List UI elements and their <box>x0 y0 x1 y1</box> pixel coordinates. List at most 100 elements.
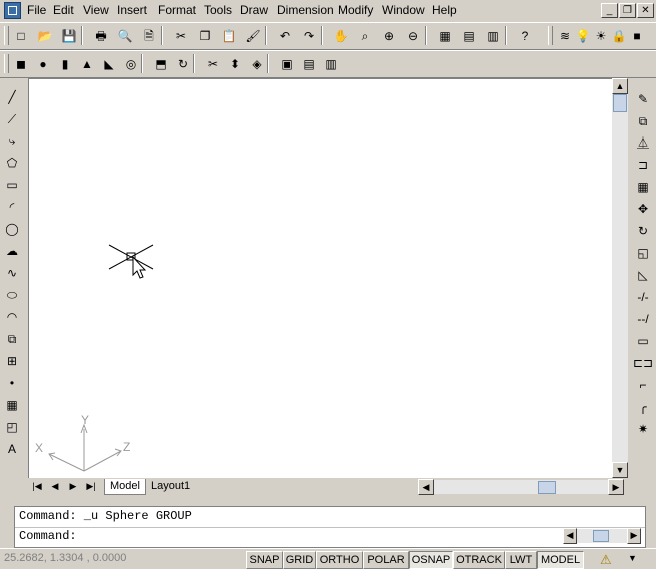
copy-icon[interactable]: ❐ <box>196 27 214 45</box>
model-toggle[interactable]: MODEL <box>537 551 584 569</box>
toolbar-grip[interactable] <box>4 26 9 45</box>
erase-icon[interactable]: ✎ <box>634 90 652 108</box>
properties-icon[interactable]: ▤ <box>460 27 478 45</box>
polygon-icon[interactable]: ⬠ <box>3 154 21 172</box>
cmd-scroll-thumb[interactable] <box>593 530 609 542</box>
circle-icon[interactable]: ◯ <box>3 220 21 238</box>
save-icon[interactable]: 💾 <box>60 27 78 45</box>
horizontal-scroll-thumb[interactable] <box>538 481 556 494</box>
setup-drawing-icon[interactable]: ▣ <box>278 55 296 73</box>
rotate-icon[interactable]: ↻ <box>634 222 652 240</box>
paste-icon[interactable]: 📋 <box>220 27 238 45</box>
publish-icon[interactable]: 🗎 <box>140 27 158 45</box>
trim-icon[interactable]: -/- <box>634 288 652 306</box>
tab-layout1[interactable]: Layout1 <box>146 479 195 494</box>
new-icon[interactable]: □ <box>12 27 30 45</box>
otrack-toggle[interactable]: OTRACK <box>453 551 505 569</box>
zoom-realtime-icon[interactable]: ⌕ <box>356 27 374 45</box>
section-icon[interactable]: ⬍ <box>226 55 244 73</box>
menu-modify[interactable]: Modify <box>338 3 373 17</box>
drawing-canvas[interactable]: Y X Z <box>28 78 614 480</box>
sphere-icon[interactable]: ● <box>34 55 52 73</box>
toolbar-grip[interactable] <box>4 54 9 73</box>
tab-model[interactable]: Model <box>104 479 146 495</box>
cmd-scroll-right[interactable]: ▶ <box>627 528 641 544</box>
point-icon[interactable]: • <box>3 374 21 392</box>
extend-icon[interactable]: --/ <box>634 310 652 328</box>
close-button[interactable]: ✕ <box>637 3 654 18</box>
menu-view[interactable]: View <box>83 3 109 17</box>
menu-dimension[interactable]: Dimension <box>277 3 334 17</box>
vertical-scrollbar[interactable]: ▲ ▼ <box>612 78 628 478</box>
rectangle-icon[interactable]: ▭ <box>3 176 21 194</box>
zoom-previous-icon[interactable]: ⊖ <box>404 27 422 45</box>
tab-prev-button[interactable]: ◀ <box>48 480 62 493</box>
cut-icon[interactable]: ✂ <box>172 27 190 45</box>
make-block-icon[interactable]: ⊞ <box>3 352 21 370</box>
extrude-icon[interactable]: ⬒ <box>152 55 170 73</box>
status-menu-arrow-icon[interactable]: ▼ <box>628 553 637 563</box>
layer-icon-1[interactable]: 💡 <box>574 27 592 45</box>
break-icon[interactable]: ▭ <box>634 332 652 350</box>
join-icon[interactable]: ⊏⊐ <box>633 354 653 372</box>
print-icon[interactable]: 🖶 <box>92 27 110 45</box>
arc-icon[interactable]: ◜ <box>3 198 21 216</box>
scale-icon[interactable]: ◱ <box>634 244 652 262</box>
horizontal-scrollbar[interactable]: ◀ ▶ <box>418 479 624 495</box>
snap-toggle[interactable]: SNAP <box>246 551 283 569</box>
tool-palettes-icon[interactable]: ▥ <box>484 27 502 45</box>
cylinder-icon[interactable]: ▮ <box>56 55 74 73</box>
tab-first-button[interactable]: |◀ <box>30 480 44 493</box>
menu-help[interactable]: Help <box>432 3 457 17</box>
menu-window[interactable]: Window <box>382 3 425 17</box>
ellipse-icon[interactable]: ⬭ <box>3 286 21 304</box>
cone-icon[interactable]: ▲ <box>78 55 96 73</box>
layer-toolbar-grip[interactable] <box>548 26 553 45</box>
menu-file[interactable]: File <box>27 3 46 17</box>
tab-last-button[interactable]: ▶| <box>84 480 98 493</box>
region-icon[interactable]: ◰ <box>3 418 21 436</box>
ellipse-arc-icon[interactable]: ◠ <box>3 308 21 326</box>
scroll-up-button[interactable]: ▲ <box>612 78 628 94</box>
insert-block-icon[interactable]: ⧉ <box>3 330 21 348</box>
stretch-icon[interactable]: ◺ <box>634 266 652 284</box>
minimize-button[interactable]: _ <box>601 3 618 18</box>
communication-center-icon[interactable]: ⚠ <box>600 552 612 568</box>
open-icon[interactable]: 📂 <box>36 27 54 45</box>
offset-icon[interactable]: ⊐ <box>634 156 652 174</box>
line-icon[interactable]: ╱ <box>3 88 21 106</box>
menu-insert[interactable]: Insert <box>117 3 147 17</box>
zoom-window-icon[interactable]: ⊕ <box>380 27 398 45</box>
command-hscroll[interactable]: ◀ ▶ <box>563 528 641 544</box>
revision-cloud-icon[interactable]: ☁ <box>3 242 21 260</box>
array-icon[interactable]: ▦ <box>634 178 652 196</box>
layer-icon-0[interactable]: ≋ <box>556 27 574 45</box>
tab-next-button[interactable]: ▶ <box>66 480 80 493</box>
menu-edit[interactable]: Edit <box>53 3 74 17</box>
scroll-right-button[interactable]: ▶ <box>608 479 624 495</box>
explode-icon[interactable]: ✷ <box>634 420 652 438</box>
slice-icon[interactable]: ✂ <box>204 55 222 73</box>
help-icon[interactable]: ? <box>516 27 534 45</box>
wedge-icon[interactable]: ◣ <box>100 55 118 73</box>
coordinate-display[interactable]: 25.2682, 1.3304 , 0.0000 <box>4 552 126 564</box>
box-icon[interactable]: ◼ <box>12 55 30 73</box>
setup-profile-icon[interactable]: ▥ <box>322 55 340 73</box>
polar-toggle[interactable]: POLAR <box>363 551 409 569</box>
redo-icon[interactable]: ↷ <box>300 27 318 45</box>
torus-icon[interactable]: ◎ <box>122 55 140 73</box>
design-center-icon[interactable]: ▦ <box>436 27 454 45</box>
command-input[interactable] <box>89 529 559 543</box>
copy-object-icon[interactable]: ⧉ <box>634 112 652 130</box>
layer-icon-2[interactable]: ☀ <box>592 27 610 45</box>
lwt-toggle[interactable]: LWT <box>505 551 537 569</box>
text-icon[interactable]: A <box>3 440 21 458</box>
match-properties-icon[interactable]: 🖌 <box>244 27 262 45</box>
undo-icon[interactable]: ↶ <box>276 27 294 45</box>
revolve-icon[interactable]: ↻ <box>174 55 192 73</box>
setup-view-icon[interactable]: ▤ <box>300 55 318 73</box>
grid-toggle[interactable]: GRID <box>283 551 316 569</box>
osnap-toggle[interactable]: OSNAP <box>409 551 453 569</box>
spline-icon[interactable]: ∿ <box>3 264 21 282</box>
hatch-icon[interactable]: ▦ <box>3 396 21 414</box>
